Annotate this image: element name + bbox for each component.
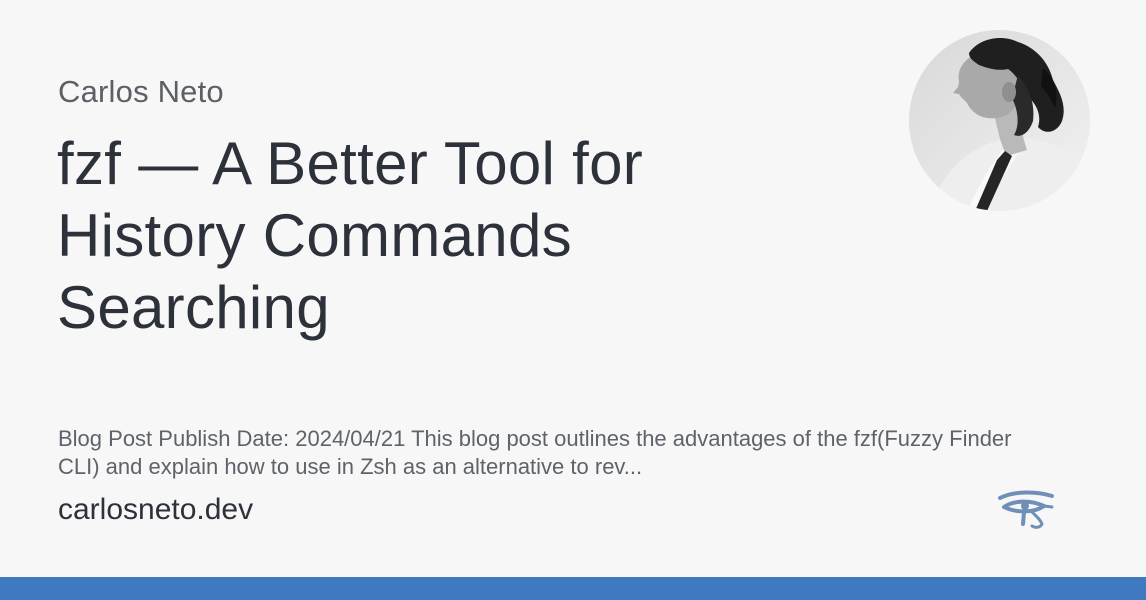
accent-bar — [0, 577, 1146, 600]
site-domain[interactable]: carlosneto.dev — [58, 492, 253, 528]
author-portrait-icon — [909, 30, 1090, 211]
post-description: Blog Post Publish Date: 2024/04/21 This … — [58, 426, 1012, 479]
link-preview-card[interactable]: Carlos Neto fzf — A Better Tool for Hist… — [0, 0, 1146, 600]
post-title[interactable]: fzf — A Better Tool for History Commands… — [57, 128, 777, 344]
eye-of-horus-icon — [996, 488, 1056, 532]
author-avatar — [909, 30, 1090, 211]
author-name: Carlos Neto — [58, 74, 224, 109]
